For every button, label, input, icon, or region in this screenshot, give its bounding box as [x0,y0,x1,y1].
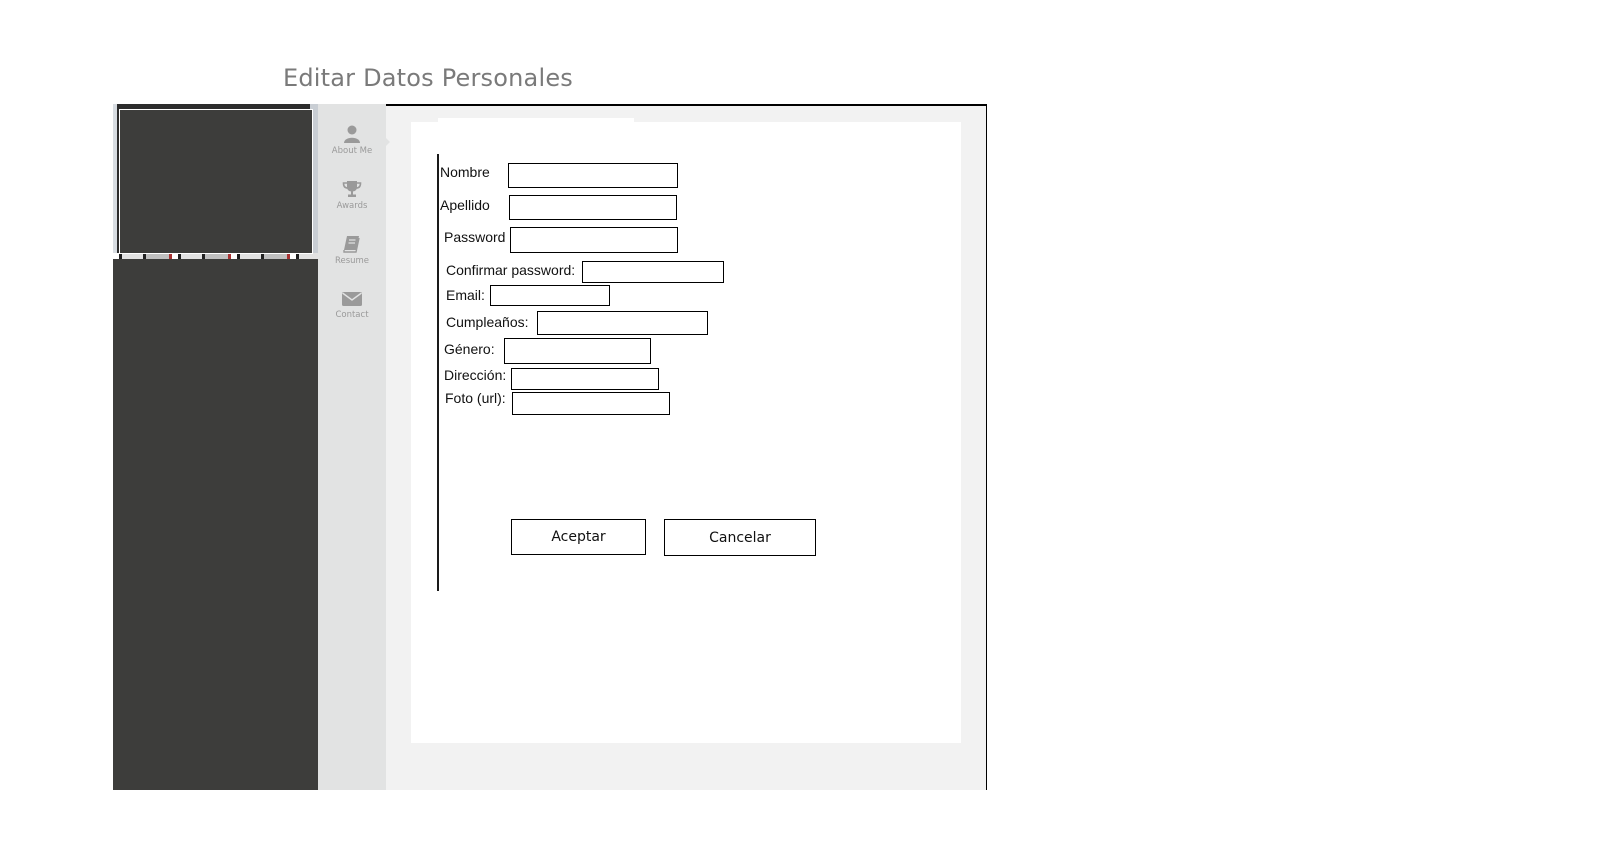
direccion-field[interactable] [511,368,659,390]
book-icon [343,236,360,253]
content-top-tab [438,118,634,122]
nav-label-resume: Resume [334,256,370,266]
envelope-icon [342,292,362,306]
nav-rail: About Me Awards Resume Contact [318,104,386,790]
nav-label-contact: Contact [335,310,369,320]
page-title: Editar Datos Personales [283,64,573,92]
nav-label-about-me: About Me [331,146,373,156]
apellido-field[interactable] [509,195,677,220]
nombre-field[interactable] [508,163,678,188]
password-label: Password [444,229,506,245]
nav-active-pointer [383,135,390,149]
email-label: Email: [446,287,485,303]
password-field[interactable] [510,227,678,253]
genero-field[interactable] [504,338,651,364]
confirmar-password-label: Confirmar password: [446,262,576,278]
foto-url-label: Foto (url): [445,390,506,406]
cumpleanos-field[interactable] [537,311,708,335]
nav-item-about-me[interactable]: About Me [318,124,386,156]
trophy-icon [342,181,362,197]
nombre-label: Nombre [440,164,490,180]
foto-url-field[interactable] [512,392,670,415]
apellido-label: Apellido [440,197,490,213]
form-divider [437,154,439,591]
direccion-label: Dirección: [444,367,507,383]
cumpleanos-label: Cumpleaños: [446,314,529,330]
content-panel [411,121,961,743]
user-icon [344,125,360,143]
nav-label-awards: Awards [336,201,368,211]
nav-item-awards[interactable]: Awards [318,179,386,211]
aceptar-button[interactable]: Aceptar [511,519,646,555]
nav-item-contact[interactable]: Contact [318,290,386,320]
cancelar-button[interactable]: Cancelar [664,519,816,556]
profile-photo [119,109,313,254]
email-field[interactable] [490,285,610,306]
confirmar-password-field[interactable] [582,261,724,283]
genero-label: Género: [444,341,495,357]
nav-item-resume[interactable]: Resume [318,234,386,266]
